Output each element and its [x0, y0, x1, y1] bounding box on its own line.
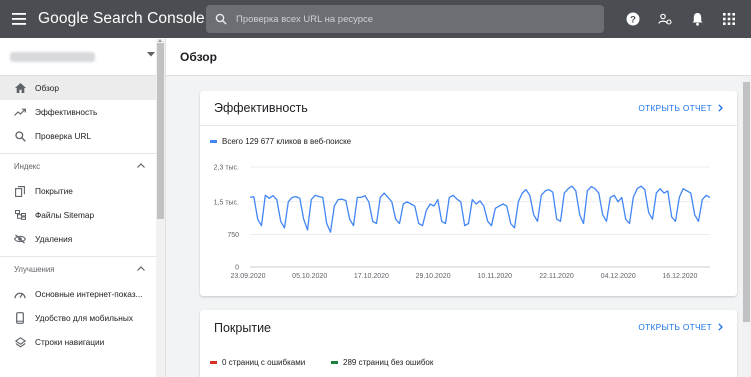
- x-tick-label: 22.11.2020: [539, 273, 574, 279]
- legend-label: 0 страниц с ошибками: [222, 358, 306, 367]
- sidebar-item-core-web-vitals[interactable]: Основные интернет-показ...: [0, 282, 165, 306]
- coverage-card: Покрытие ОТКРЫТЬ ОТЧЕТ 0 страниц с ошибк…: [200, 310, 737, 377]
- section-enhancements[interactable]: Улучшения: [0, 256, 165, 282]
- section-title: Улучшения: [14, 265, 55, 274]
- sidebar-item-label: Покрытие: [35, 186, 73, 196]
- trending-up-icon: [14, 106, 26, 118]
- open-report-label: ОТКРЫТЬ ОТЧЕТ: [638, 322, 712, 332]
- y-tick-label: 1,5 тыс.: [214, 199, 239, 206]
- card-header: Эффективность ОТКРЫТЬ ОТЧЕТ: [200, 91, 737, 126]
- performance-card: Эффективность ОТКРЫТЬ ОТЧЕТ Всего 129 67…: [200, 91, 737, 296]
- section-index[interactable]: Индекс: [0, 153, 165, 179]
- speed-icon: [14, 288, 26, 300]
- main-scrollbar[interactable]: [742, 76, 751, 377]
- open-report-link[interactable]: ОТКРЫТЬ ОТЧЕТ: [638, 322, 723, 332]
- legend-valid: 289 страниц без ошибок: [331, 358, 433, 367]
- file-copy-icon: [14, 185, 26, 197]
- sidebar-item-url-inspection[interactable]: Проверка URL: [0, 124, 165, 148]
- manage-users-icon[interactable]: [655, 9, 675, 29]
- y-tick-label: 2,3 тыс.: [214, 165, 239, 172]
- y-tick-label: 750: [227, 232, 239, 239]
- sidebar-item-label: Проверка URL: [35, 131, 92, 141]
- search-input[interactable]: [236, 13, 576, 25]
- y-tick-label: 0: [235, 265, 239, 272]
- property-selector[interactable]: [0, 38, 165, 76]
- sidebar-item-performance[interactable]: Эффективность: [0, 100, 165, 124]
- search-icon: [14, 130, 26, 142]
- apps-grid-icon[interactable]: [719, 9, 739, 29]
- sidebar-item-label: Удобство для мобильных: [35, 313, 133, 323]
- chevron-right-icon: [718, 323, 723, 331]
- sidebar-item-label: Строки навигации: [35, 337, 105, 347]
- sidebar-item-removals[interactable]: Удаления: [0, 227, 165, 251]
- sitemap-icon: [14, 209, 26, 221]
- clicks-series-line: [249, 185, 711, 233]
- smartphone-icon: [14, 312, 26, 324]
- x-tick-label: 23.09.2020: [230, 273, 265, 279]
- sidebar-item-label: Удаления: [35, 234, 73, 244]
- sidebar-scrollbar-thumb[interactable]: [157, 43, 164, 219]
- sidebar-item-label: Основные интернет-показ...: [35, 289, 143, 299]
- sidebar-item-label: Обзор: [35, 83, 59, 93]
- main-scrollbar-thumb[interactable]: [743, 82, 750, 322]
- sidebar-item-breadcrumbs[interactable]: Строки навигации: [0, 330, 165, 354]
- hamburger-icon: [12, 13, 26, 25]
- open-report-link[interactable]: ОТКРЫТЬ ОТЧЕТ: [638, 103, 723, 113]
- section-title: Индекс: [14, 162, 41, 171]
- x-tick-label: 04.12.2020: [601, 273, 636, 279]
- sidebar-item-label: Файлы Sitemap: [35, 210, 95, 220]
- app-logo[interactable]: Google Search Console: [38, 10, 205, 28]
- x-tick-label: 10.11.2020: [478, 273, 513, 279]
- top-app-bar: Google Search Console ?: [0, 0, 751, 38]
- search-icon: [206, 13, 236, 25]
- scroll-up-arrow[interactable]: [158, 39, 162, 42]
- legend-swatch-valid: [331, 361, 338, 364]
- notifications-icon[interactable]: [687, 9, 707, 29]
- x-tick-label: 16.12.2020: [662, 273, 697, 279]
- legend-label: 289 страниц без ошибок: [343, 358, 434, 367]
- sidebar-scrollbar[interactable]: [156, 39, 165, 377]
- open-report-label: ОТКРЫТЬ ОТЧЕТ: [638, 103, 712, 113]
- visibility-off-icon: [14, 233, 26, 245]
- legend-swatch: [210, 140, 217, 143]
- chevron-up-icon: [137, 163, 145, 168]
- sidebar-item-overview[interactable]: Обзор: [0, 76, 165, 100]
- home-icon: [14, 82, 26, 94]
- dropdown-arrow-icon: [147, 52, 155, 57]
- legend-label: Всего 129 677 кликов в веб-поиске: [222, 137, 352, 146]
- chevron-right-icon: [718, 104, 723, 112]
- menu-button[interactable]: [0, 0, 38, 38]
- sidebar: Обзор Эффективность Проверка URL Индекс …: [0, 38, 166, 377]
- card-header: Покрытие ОТКРЫТЬ ОТЧЕТ: [200, 310, 737, 345]
- chart-legend: Всего 129 677 кликов в веб-поиске: [210, 137, 351, 146]
- legend-errors: 0 страниц с ошибками: [210, 358, 305, 367]
- sidebar-item-sitemaps[interactable]: Файлы Sitemap: [0, 203, 165, 227]
- card-title: Покрытие: [214, 320, 272, 335]
- legend-swatch-errors: [210, 361, 217, 364]
- page-title: Обзор: [166, 38, 751, 76]
- help-icon[interactable]: ?: [623, 9, 643, 29]
- card-title: Эффективность: [214, 101, 308, 115]
- x-tick-label: 05.10.2020: [292, 273, 327, 279]
- sidebar-item-mobile-usability[interactable]: Удобство для мобильных: [0, 306, 165, 330]
- layers-icon: [14, 336, 26, 348]
- url-inspection-search[interactable]: [206, 5, 604, 33]
- sidebar-item-coverage[interactable]: Покрытие: [0, 179, 165, 203]
- x-tick-label: 29.10.2020: [416, 273, 451, 279]
- sidebar-item-label: Эффективность: [35, 107, 98, 117]
- property-name-redacted: [10, 51, 95, 62]
- clicks-line-chart: 2,3 тыс. 1,5 тыс. 750 023.09.2020 05.10.2020…: [214, 165, 711, 279]
- x-tick-label: 17.10.2020: [354, 273, 389, 279]
- svg-text:?: ?: [630, 14, 636, 25]
- chevron-up-icon: [137, 266, 145, 271]
